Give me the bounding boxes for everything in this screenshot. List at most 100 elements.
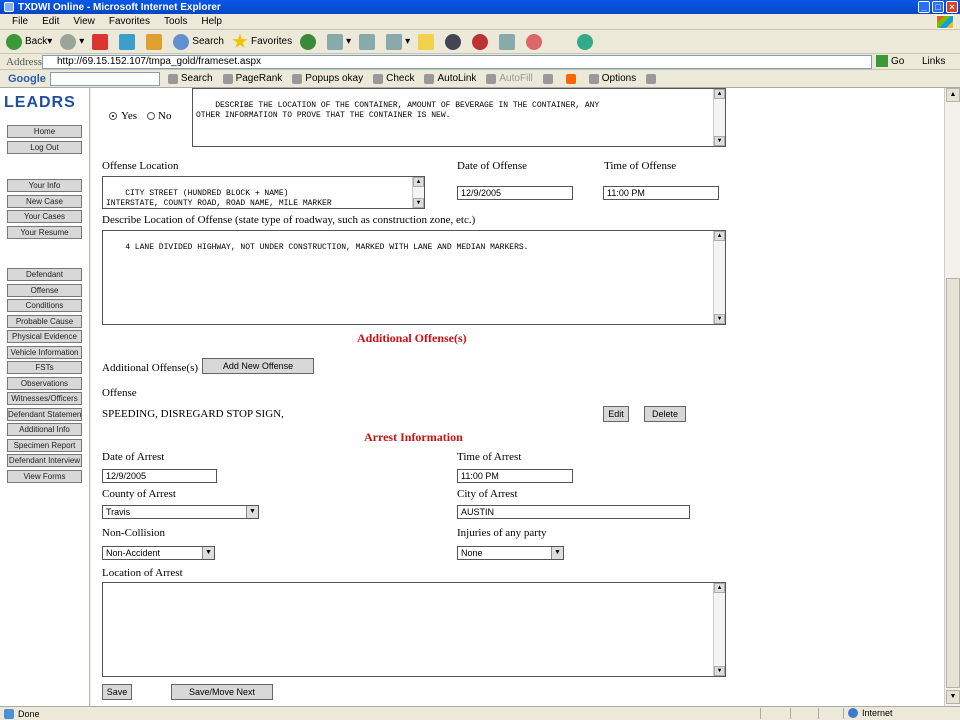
city-of-arrest-input[interactable]: AUSTIN — [457, 505, 690, 519]
nav-your-info[interactable]: Your Info — [7, 179, 82, 192]
time-of-arrest-input[interactable]: 11:00 PM — [457, 469, 573, 483]
nav-defendant[interactable]: Defendant — [7, 268, 82, 281]
page-scroll-thumb[interactable] — [946, 278, 960, 688]
minimize-icon[interactable]: _ — [918, 1, 930, 13]
container-description-textarea[interactable]: DESCRIBE THE LOCATION OF THE CONTAINER, … — [192, 88, 726, 147]
media-button[interactable] — [300, 33, 319, 50]
stop-button[interactable] — [92, 33, 111, 50]
search-button[interactable]: Search — [173, 33, 224, 50]
nav-your-resume[interactable]: Your Resume — [7, 226, 82, 239]
messenger-button[interactable] — [577, 33, 596, 50]
blogger-button[interactable] — [565, 73, 579, 84]
menu-help[interactable]: Help — [201, 16, 222, 27]
nav-your-cases[interactable]: Your Cases — [7, 210, 82, 223]
go-button[interactable]: Go — [876, 55, 904, 67]
scroll-down-icon[interactable]: ▼ — [714, 136, 725, 146]
tool-icon — [526, 33, 543, 50]
extra-tool-2[interactable] — [472, 33, 491, 50]
address-input[interactable]: http://69.15.152.107/tmpa_gold/frameset.… — [42, 55, 872, 69]
describe-location-textarea[interactable]: 4 LANE DIVIDED HIGHWAY, NOT UNDER CONSTR… — [102, 230, 726, 325]
date-of-arrest-input[interactable]: 12/9/2005 — [102, 469, 217, 483]
scroll-down-icon[interactable]: ▼ — [413, 198, 424, 208]
nav-additional-info[interactable]: Additional Info — [7, 423, 82, 436]
county-of-arrest-select[interactable]: Travis ▼ — [102, 505, 259, 519]
extra-tool-1[interactable] — [445, 33, 464, 50]
maximize-icon[interactable]: □ — [932, 1, 944, 13]
links-button[interactable]: Links — [922, 56, 945, 67]
google-logo[interactable]: Google — [8, 73, 46, 85]
pencil-button[interactable] — [646, 73, 659, 84]
scroll-up-icon[interactable]: ▲ — [413, 177, 424, 187]
nav-log-out[interactable]: Log Out — [7, 141, 82, 154]
menu-favorites[interactable]: Favorites — [109, 16, 150, 27]
page-scrollbar[interactable]: ▲ ▼ — [944, 88, 960, 706]
scroll-up-icon[interactable]: ▲ — [714, 583, 725, 593]
time-of-offense-input[interactable]: 11:00 PM — [603, 186, 719, 200]
textarea-scrollbar[interactable]: ▲ ▼ — [713, 583, 725, 676]
nav-observations[interactable]: Observations — [7, 377, 82, 390]
nav-witnesses-officers[interactable]: Witnesses/Officers — [7, 392, 82, 405]
favorites-button[interactable]: Favorites — [232, 33, 292, 50]
forward-button[interactable]: ▾ — [60, 33, 84, 50]
spellcheck-button[interactable]: Check — [373, 73, 414, 84]
home-button[interactable] — [146, 33, 165, 50]
scroll-down-icon[interactable]: ▼ — [714, 314, 725, 324]
page-scroll-up-icon[interactable]: ▲ — [946, 88, 960, 102]
pagerank-indicator[interactable]: PageRank — [222, 73, 282, 84]
nav-specimen-report[interactable]: Specimen Report — [7, 439, 82, 452]
refresh-button[interactable] — [119, 33, 138, 50]
textarea-scrollbar[interactable]: ▲ ▼ — [713, 89, 725, 146]
nav-fsts[interactable]: FSTs — [7, 361, 82, 374]
back-button[interactable]: Back ▾ — [6, 33, 52, 50]
nav-new-case[interactable]: New Case — [7, 195, 82, 208]
google-search-input[interactable] — [49, 71, 160, 86]
nav-view-forms[interactable]: View Forms — [7, 470, 82, 483]
edit-offense-button[interactable]: Edit — [603, 406, 629, 422]
nav-defendant-statement[interactable]: Defendant Statement — [7, 408, 82, 421]
textarea-scrollbar[interactable]: ▲ ▼ — [713, 231, 725, 324]
autofill-button[interactable]: AutoFill — [486, 73, 533, 84]
nav-probable-cause[interactable]: Probable Cause — [7, 315, 82, 328]
offense-location-textarea[interactable]: CITY STREET (HUNDRED BLOCK + NAME) INTER… — [102, 176, 425, 209]
add-new-offense-button[interactable]: Add New Offense — [202, 358, 314, 374]
location-of-arrest-textarea[interactable]: ▲ ▼ — [102, 582, 726, 677]
non-collision-select[interactable]: Non-Accident ▼ — [102, 546, 215, 560]
extra-tool-4[interactable] — [526, 33, 545, 50]
injuries-select[interactable]: None ▼ — [457, 546, 564, 560]
save-move-next-button[interactable]: Save/Move Next — [171, 684, 273, 700]
folder-button[interactable] — [418, 33, 437, 50]
yes-radio[interactable] — [109, 112, 117, 120]
scroll-up-icon[interactable]: ▲ — [714, 89, 725, 99]
edit-word-button[interactable]: ▾ — [386, 33, 410, 50]
close-icon[interactable]: × — [946, 1, 958, 13]
google-search-button[interactable]: Search — [167, 73, 213, 84]
nav-home[interactable]: Home — [7, 125, 82, 138]
offense-value: SPEEDING, DISREGARD STOP SIGN, — [102, 408, 284, 420]
scroll-up-icon[interactable]: ▲ — [714, 231, 725, 241]
google-extra-button[interactable] — [542, 73, 556, 84]
print-button[interactable] — [359, 33, 378, 50]
page-scroll-down-icon[interactable]: ▼ — [946, 690, 960, 704]
menu-file[interactable]: File — [12, 16, 28, 27]
menu-view[interactable]: View — [73, 16, 95, 27]
nav-vehicle-information[interactable]: Vehicle Information — [7, 346, 82, 359]
autofill-icon — [486, 73, 497, 84]
menu-tools[interactable]: Tools — [164, 16, 187, 27]
nav-offense[interactable]: Offense — [7, 284, 82, 297]
menu-bar: File Edit View Favorites Tools Help — [0, 14, 960, 30]
nav-physical-evidence[interactable]: Physical Evidence — [7, 330, 82, 343]
date-of-offense-input[interactable]: 12/9/2005 — [457, 186, 573, 200]
extra-tool-3[interactable] — [499, 33, 518, 50]
options-button[interactable]: Options — [588, 73, 636, 84]
mail-button[interactable]: ▾ — [327, 33, 351, 50]
autolink-button[interactable]: AutoLink — [424, 73, 476, 84]
delete-offense-button[interactable]: Delete — [644, 406, 686, 422]
nav-conditions[interactable]: Conditions — [7, 299, 82, 312]
no-radio[interactable] — [147, 112, 155, 120]
popups-button[interactable]: Popups okay — [292, 73, 363, 84]
textarea-scrollbar[interactable]: ▲ ▼ — [412, 177, 424, 208]
menu-edit[interactable]: Edit — [42, 16, 59, 27]
save-button[interactable]: Save — [102, 684, 132, 700]
nav-defendant-interview[interactable]: Defendant Interview — [7, 454, 82, 467]
scroll-down-icon[interactable]: ▼ — [714, 666, 725, 676]
